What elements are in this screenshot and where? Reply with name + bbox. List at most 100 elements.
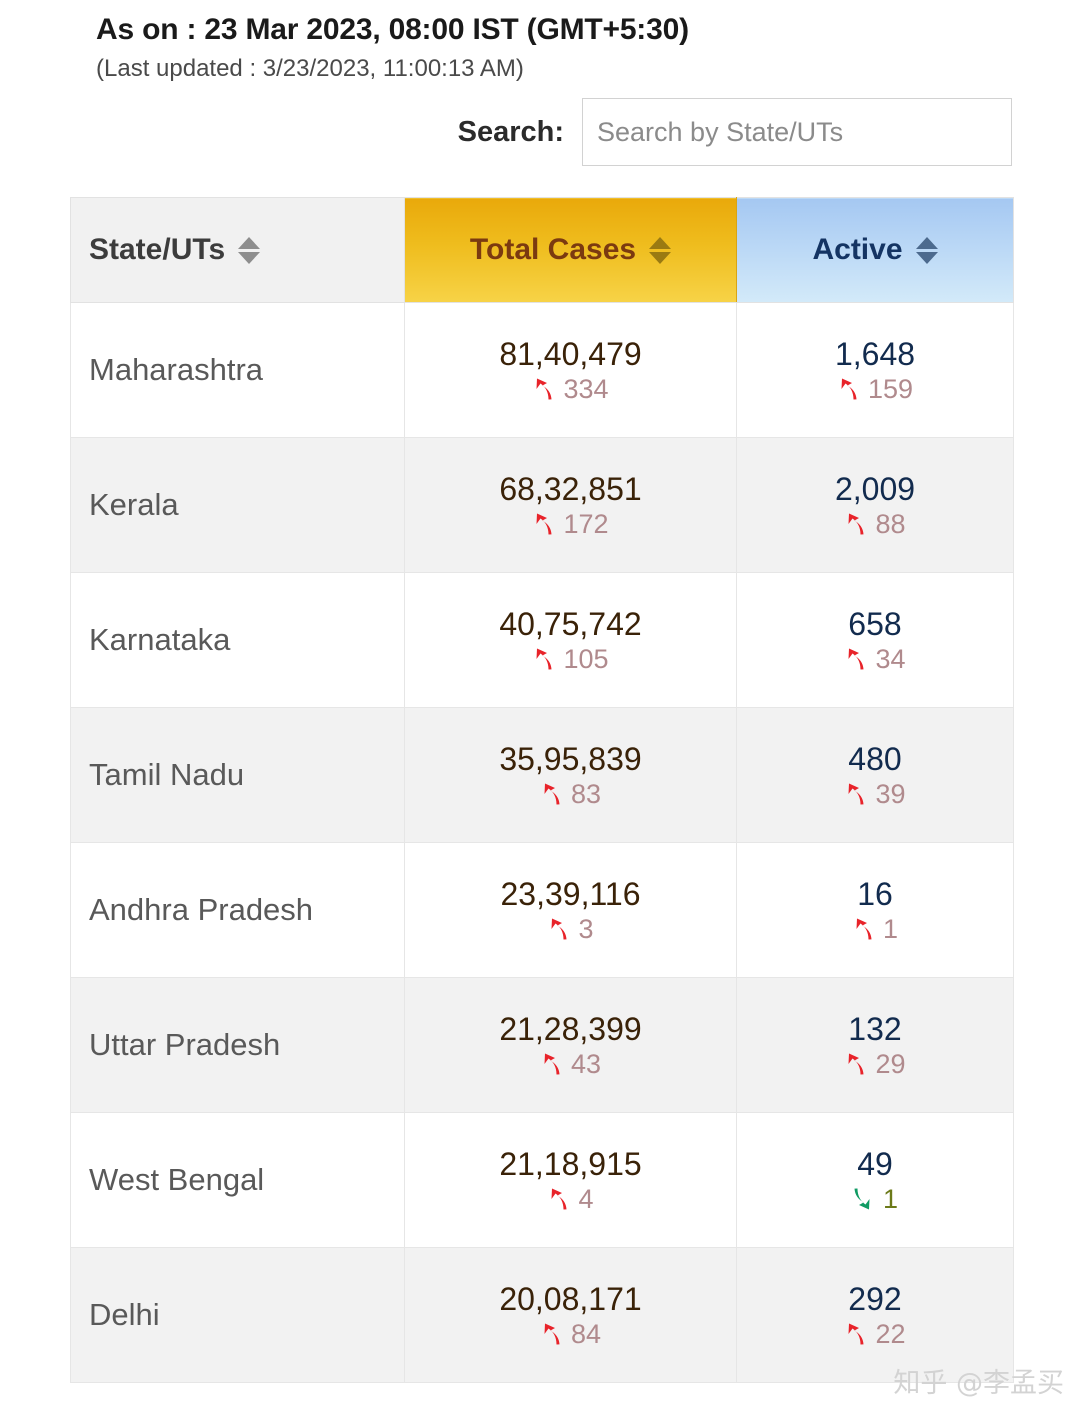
cell-total: 40,75,742 105: [404, 572, 737, 708]
total-delta-value: 3: [578, 913, 594, 944]
cell-state: Uttar Pradesh: [70, 977, 405, 1113]
table-row[interactable]: Uttar Pradesh 21,28,399 43 132 29: [70, 977, 1014, 1113]
cell-state: Tamil Nadu: [70, 707, 405, 843]
table-row[interactable]: Tamil Nadu 35,95,839 83 480 39: [70, 707, 1014, 843]
watermark: 知乎 @李孟买: [893, 1361, 1064, 1400]
cell-total: 35,95,839 83: [404, 707, 737, 843]
cell-total: 20,08,171 84: [404, 1247, 737, 1383]
table-row[interactable]: Andhra Pradesh 23,39,116 3 16 1: [70, 842, 1014, 978]
cell-total: 21,18,915 4: [404, 1112, 737, 1248]
watermark-text: 知乎 @李孟买: [893, 1368, 1064, 1399]
sort-updown-icon[interactable]: [915, 236, 938, 264]
arrow-up-icon: [544, 783, 560, 805]
search-row: Search:: [0, 98, 1012, 166]
state-name: Kerala: [89, 487, 179, 522]
table-row[interactable]: West Bengal 21,18,915 4 49 1: [70, 1112, 1014, 1248]
table-row[interactable]: Kerala 68,32,851 172 2,009 88: [70, 437, 1014, 573]
cell-state: Andhra Pradesh: [70, 842, 405, 978]
cell-state: Kerala: [70, 437, 405, 573]
total-value: 35,95,839: [499, 741, 642, 778]
active-value: 49: [857, 1146, 893, 1183]
as-on-text: As on : 23 Mar 2023, 08:00 IST (GMT+5:30…: [96, 13, 689, 46]
cell-state: Delhi: [70, 1247, 405, 1383]
active-value: 480: [848, 741, 902, 778]
covid-table-wrapper: State/UTs Total Cases Active Maharashtra…: [70, 197, 1014, 1383]
cell-state: West Bengal: [70, 1112, 405, 1248]
total-value: 21,28,399: [499, 1011, 642, 1048]
search-input[interactable]: [582, 98, 1012, 166]
last-updated-text: (Last updated : 3/23/2023, 11:00:13 AM): [96, 55, 524, 82]
total-value: 20,08,171: [499, 1281, 642, 1318]
table-row[interactable]: Delhi 20,08,171 84 292 22: [70, 1247, 1014, 1383]
arrow-down-icon: [854, 1188, 870, 1210]
active-delta: 1: [755, 1185, 995, 1213]
state-name: Karnataka: [89, 622, 231, 657]
active-value: 132: [848, 1011, 902, 1048]
cell-active: 16 1: [736, 842, 1014, 978]
arrow-up-icon: [544, 1053, 560, 1075]
column-header-state[interactable]: State/UTs: [70, 197, 405, 303]
active-delta-value: 159: [867, 373, 914, 404]
arrow-up-icon: [551, 918, 567, 940]
search-label: Search:: [457, 115, 564, 148]
state-name: Andhra Pradesh: [89, 892, 314, 927]
active-value: 658: [848, 606, 902, 643]
covid-table: State/UTs Total Cases Active Maharashtra…: [70, 197, 1014, 1383]
active-delta-value: 39: [875, 778, 906, 809]
total-delta-value: 172: [563, 508, 609, 539]
arrow-up-icon: [848, 513, 864, 535]
total-value: 68,32,851: [499, 471, 642, 508]
arrow-up-icon: [848, 648, 864, 670]
total-delta-value: 4: [578, 1183, 594, 1214]
sort-updown-icon[interactable]: [649, 236, 672, 264]
total-delta: 3: [423, 913, 718, 944]
active-value: 16: [857, 876, 893, 913]
cell-state: Maharashtra: [70, 302, 405, 438]
covid-stats-page: As on : 23 Mar 2023, 08:00 IST (GMT+5:30…: [0, 0, 1080, 1422]
column-header-total-cases-label: Total Cases: [469, 233, 637, 266]
sort-updown-icon[interactable]: [238, 236, 261, 264]
total-value: 23,39,116: [500, 876, 641, 913]
total-delta: 4: [423, 1183, 718, 1214]
column-header-state-label: State/UTs: [89, 233, 226, 266]
cell-active: 658 34: [736, 572, 1014, 708]
total-value: 40,75,742: [499, 606, 642, 643]
active-delta: 159: [755, 373, 995, 404]
active-delta-value: 29: [875, 1048, 906, 1079]
cell-active: 132 29: [736, 977, 1014, 1113]
total-delta-value: 43: [570, 1048, 602, 1079]
total-delta-value: 334: [563, 373, 609, 404]
arrow-up-icon: [856, 918, 872, 940]
column-header-active[interactable]: Active: [736, 197, 1014, 303]
total-delta-value: 105: [563, 643, 609, 674]
active-delta: 22: [755, 1320, 995, 1348]
state-name: Uttar Pradesh: [89, 1027, 281, 1062]
column-header-active-label: Active: [812, 233, 903, 266]
total-delta: 172: [423, 508, 718, 539]
state-name: Maharashtra: [89, 352, 264, 387]
total-delta: 105: [423, 643, 718, 674]
arrow-up-icon: [848, 783, 864, 805]
total-value: 21,18,915: [499, 1146, 642, 1183]
table-row[interactable]: Karnataka 40,75,742 105 658 34: [70, 572, 1014, 708]
total-delta: 334: [423, 373, 718, 404]
arrow-up-icon: [841, 378, 857, 400]
arrow-up-icon: [536, 648, 552, 670]
active-value: 2,009: [834, 471, 916, 508]
cell-active: 2,009 88: [736, 437, 1014, 573]
cell-total: 81,40,479 334: [404, 302, 737, 438]
state-name: West Bengal: [89, 1162, 265, 1197]
timestamp-block: As on : 23 Mar 2023, 08:00 IST (GMT+5:30…: [96, 10, 996, 85]
active-delta: 88: [755, 510, 995, 538]
cell-total: 23,39,116 3: [404, 842, 737, 978]
total-delta: 83: [423, 780, 718, 808]
arrow-up-icon: [848, 1053, 864, 1075]
state-name: Tamil Nadu: [89, 757, 245, 792]
table-row[interactable]: Maharashtra 81,40,479 334 1,648 159: [70, 302, 1014, 438]
arrow-up-icon: [536, 378, 552, 400]
active-delta: 34: [755, 645, 995, 673]
arrow-up-icon: [536, 513, 552, 535]
active-value: 1,648: [834, 336, 916, 373]
total-value: 81,40,479: [499, 336, 642, 373]
column-header-total-cases[interactable]: Total Cases: [404, 197, 737, 303]
